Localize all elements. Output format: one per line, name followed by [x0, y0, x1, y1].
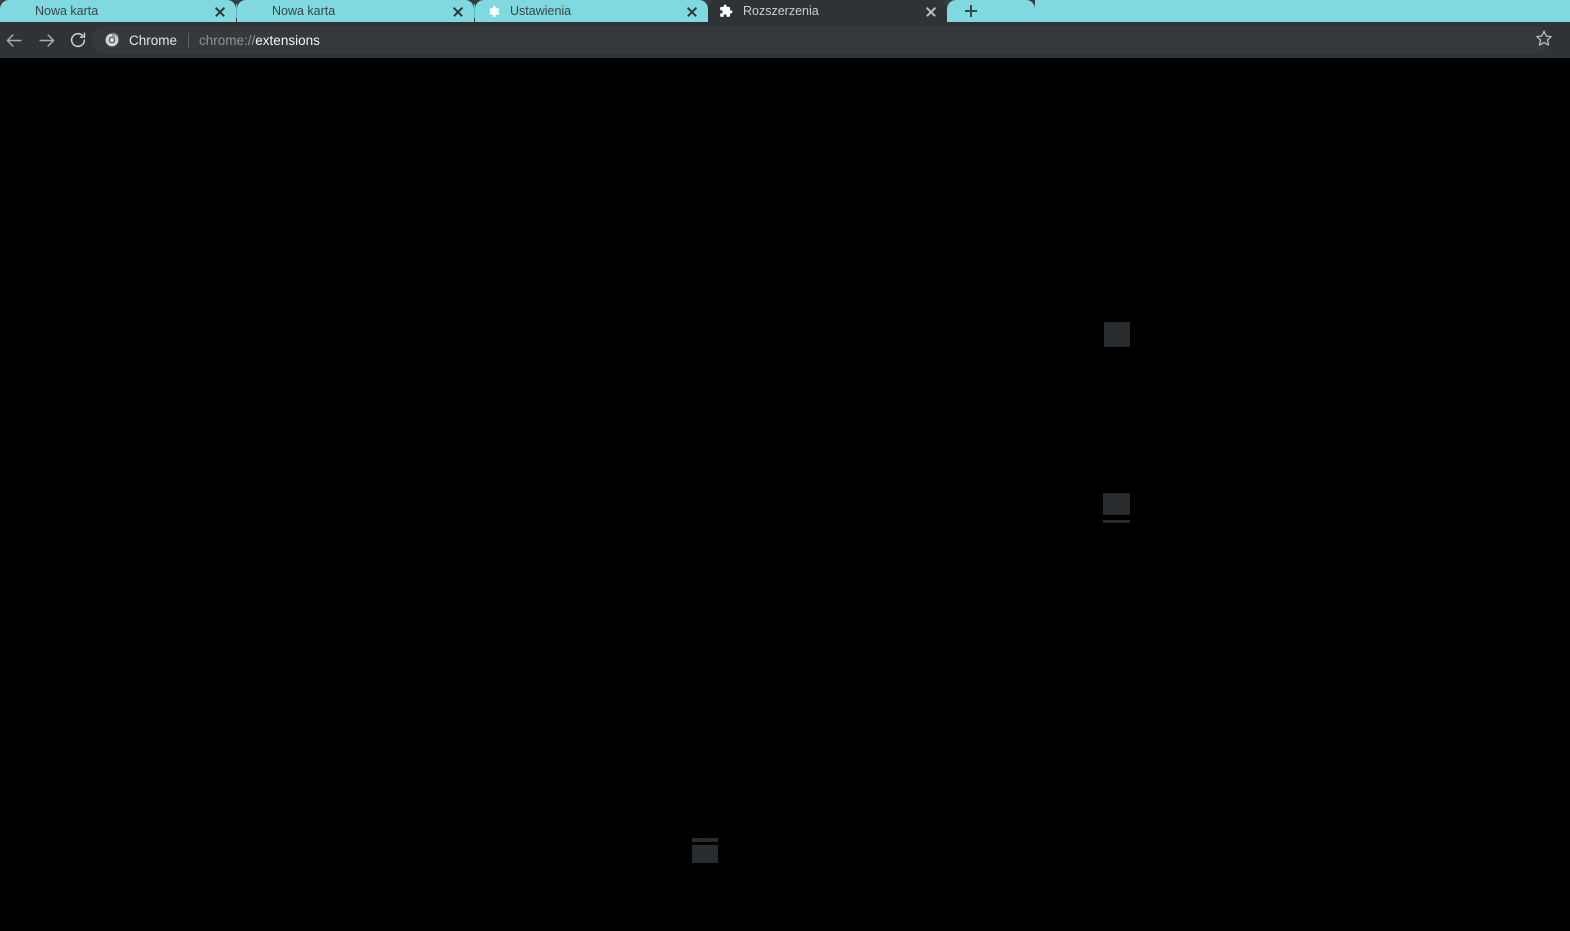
- tab-separator: [474, 4, 475, 18]
- star-icon: [1535, 29, 1553, 52]
- tab-title: Rozszerzenia: [743, 4, 819, 18]
- placeholder-card-bottom: [692, 838, 718, 863]
- plus-icon: [965, 5, 977, 17]
- close-icon[interactable]: [210, 1, 230, 21]
- placeholder-block: [1104, 322, 1130, 347]
- placeholder-card-top: [1104, 322, 1130, 347]
- tab-favicon-blank: [247, 3, 263, 19]
- tab-nowa-karta-2[interactable]: Nowa karta: [237, 0, 474, 22]
- new-tab-button[interactable]: [947, 0, 1035, 22]
- reload-button[interactable]: [64, 26, 92, 54]
- placeholder-card-middle: [1103, 493, 1130, 523]
- omnibox-url: chrome://extensions: [199, 33, 1550, 48]
- browser-toolbar: Chrome chrome://extensions: [0, 22, 1570, 58]
- tab-title: Nowa karta: [35, 4, 99, 18]
- placeholder-block: [1103, 493, 1130, 515]
- tab-title: Nowa karta: [272, 4, 336, 18]
- gear-icon: [485, 3, 501, 19]
- forward-button[interactable]: [32, 26, 60, 54]
- tab-title: Ustawienia: [510, 4, 572, 18]
- back-button[interactable]: [0, 26, 28, 54]
- placeholder-bar: [692, 838, 718, 842]
- url-host: extensions: [255, 32, 320, 48]
- omnibox-divider: [188, 32, 190, 48]
- chrome-logo-icon: [104, 32, 120, 48]
- close-icon[interactable]: [682, 1, 702, 21]
- url-scheme: chrome://: [199, 32, 256, 48]
- reload-icon: [69, 31, 87, 49]
- tab-nowa-karta-1[interactable]: Nowa karta: [0, 0, 236, 22]
- omnibox-app-chip: Chrome: [104, 32, 177, 48]
- tab-favicon-blank: [10, 3, 26, 19]
- omnibox-app-label: Chrome: [129, 32, 178, 48]
- puzzle-piece-icon: [718, 3, 734, 19]
- placeholder-block: [692, 845, 718, 863]
- arrow-right-icon: [37, 31, 56, 50]
- tab-separator: [236, 4, 237, 18]
- close-icon[interactable]: [921, 1, 941, 21]
- tab-strip: Nowa karta Nowa karta Ustawienia Rozszer…: [0, 0, 1570, 22]
- address-bar[interactable]: Chrome chrome://extensions: [92, 26, 1550, 54]
- tab-strip-filler: [1035, 0, 1570, 22]
- arrow-left-icon: [5, 31, 24, 50]
- page-content: [0, 58, 1570, 931]
- tab-ustawienia[interactable]: Ustawienia: [475, 0, 708, 22]
- tab-rozszerzenia[interactable]: Rozszerzenia: [708, 0, 947, 22]
- close-icon[interactable]: [448, 1, 468, 21]
- placeholder-bar: [1103, 520, 1130, 523]
- bookmark-button[interactable]: [1530, 26, 1558, 54]
- browser-window: Nowa karta Nowa karta Ustawienia Rozszer…: [0, 0, 1570, 931]
